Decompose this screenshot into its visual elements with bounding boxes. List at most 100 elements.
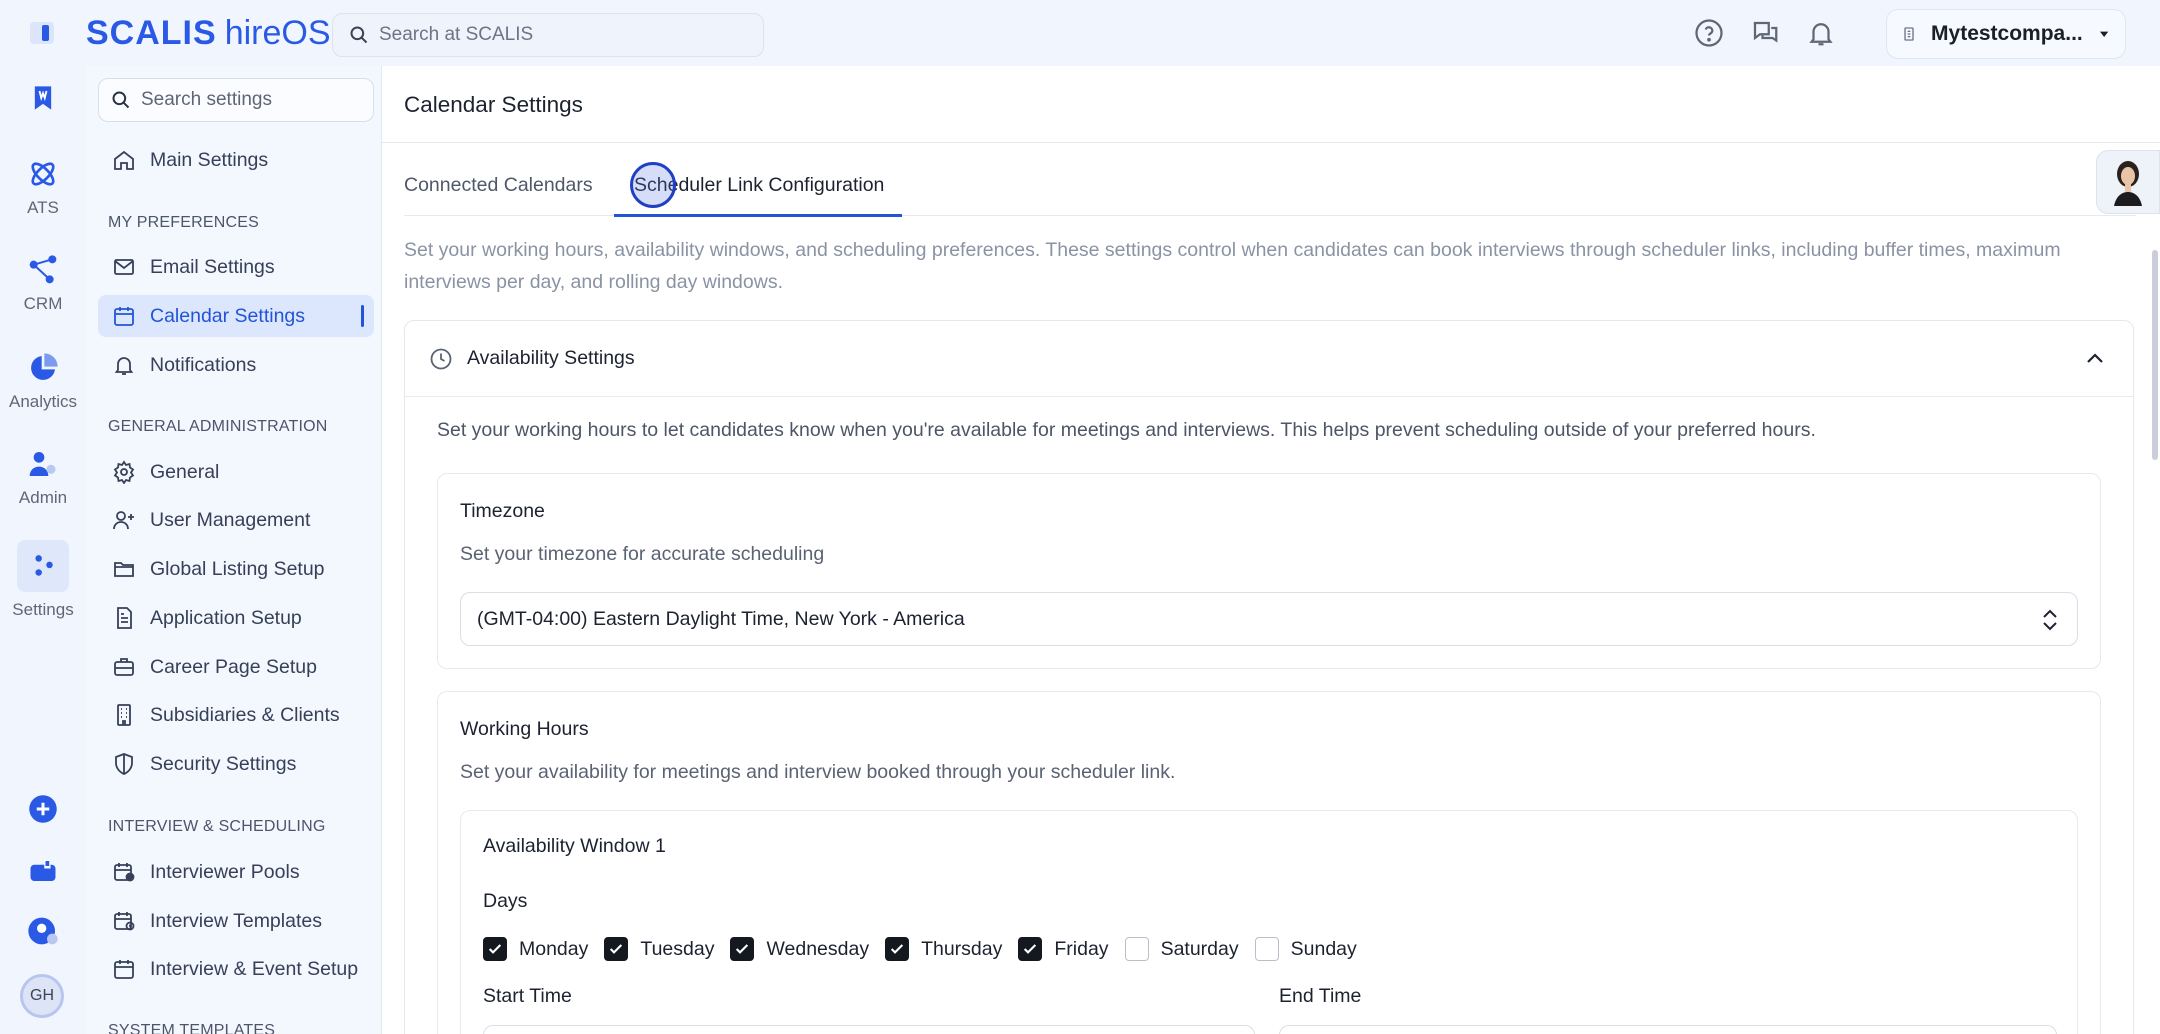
user-settings-icon[interactable]: [26, 914, 60, 948]
days-label: Days: [483, 890, 528, 912]
chevron-up-icon[interactable]: [2083, 347, 2107, 371]
day-friday[interactable]: Friday: [1018, 937, 1109, 961]
rail-item-analytics[interactable]: Analytics: [0, 352, 86, 412]
availability-settings-description: Set your working hours to let candidates…: [437, 419, 1816, 441]
sidebar-item-main-settings[interactable]: Main Settings: [98, 139, 374, 181]
sidebar-item-label: Calendar Settings: [150, 304, 306, 327]
bookmark-icon: [34, 86, 52, 110]
atom-icon: [31, 162, 55, 186]
company-switcher[interactable]: Mytestcompa...: [1886, 9, 2126, 59]
rail-item-crm[interactable]: CRM: [0, 254, 86, 314]
checkbox-checked-icon[interactable]: [483, 937, 507, 961]
start-time-label: Start Time: [483, 985, 572, 1007]
sidebar-item-subsidiaries-clients[interactable]: Subsidiaries & Clients: [98, 694, 374, 736]
sidebar-item-notifications[interactable]: Notifications: [98, 344, 374, 386]
calendar-clock-icon: [114, 912, 135, 931]
checkbox-checked-icon[interactable]: [730, 937, 755, 961]
rail-item-home[interactable]: [0, 82, 86, 114]
day-label: Saturday: [1160, 937, 1239, 960]
sidebar-item-security-settings[interactable]: Security Settings: [98, 743, 374, 785]
section-my-preferences: MY PREFERENCES: [108, 214, 259, 231]
rail-label-ats: ATS: [27, 198, 59, 217]
sidebar-item-global-listing-setup[interactable]: Global Listing Setup: [98, 548, 374, 590]
sidebar-item-interviewer-pools[interactable]: Interviewer Pools: [98, 851, 374, 893]
main-panel: Calendar Settings Connected Calendars Sc…: [382, 66, 2160, 1034]
checkbox-checked-icon[interactable]: [1018, 937, 1043, 961]
sidebar-item-general[interactable]: General: [98, 451, 374, 493]
rail-label-crm: CRM: [23, 294, 63, 313]
briefcase-icon: [114, 658, 134, 676]
chat-icon[interactable]: [1750, 18, 1780, 48]
day-label: Tuesday: [640, 937, 715, 960]
availability-settings-header[interactable]: Availability Settings: [405, 321, 2133, 397]
sidebar-item-application-setup[interactable]: Application Setup: [98, 597, 374, 639]
checkbox-unchecked-icon[interactable]: [1254, 937, 1279, 961]
pie-chart-icon: [31, 353, 58, 380]
checkbox-checked-icon[interactable]: [604, 937, 629, 961]
rail-label-admin: Admin: [18, 488, 68, 507]
day-saturday[interactable]: Saturday: [1124, 937, 1239, 961]
settings-sidebar: Search settings Main Settings MY PREFERE…: [86, 66, 382, 1034]
end-time-label: End Time: [1279, 985, 1362, 1007]
rail-item-settings[interactable]: Settings: [0, 540, 86, 620]
day-label: Friday: [1054, 937, 1109, 960]
sidebar-item-interview-templates[interactable]: Interview Templates: [98, 900, 374, 942]
page-description: Set your working hours, availability win…: [404, 239, 2061, 293]
sidebar-item-label: Interviewer Pools: [150, 860, 300, 883]
sidebar-item-calendar-settings[interactable]: Calendar Settings: [98, 295, 374, 337]
divider: [382, 142, 2160, 143]
settings-nodes-icon: [35, 555, 53, 576]
sidebar-item-label: Global Listing Setup: [150, 557, 325, 580]
sidebar-item-label: Subsidiaries & Clients: [150, 703, 340, 726]
section-interview-scheduling: INTERVIEW & SCHEDULING: [108, 818, 326, 835]
mailbox-icon[interactable]: [26, 854, 60, 888]
sidebar-item-user-management[interactable]: User Management: [98, 499, 374, 541]
company-name: Mytestcompa...: [1931, 22, 2083, 45]
calendar-icon: [114, 960, 134, 979]
folder-icon: [114, 562, 134, 577]
mail-icon: [114, 259, 134, 275]
section-system-templates: SYSTEM TEMPLATES: [108, 1022, 276, 1034]
day-wednesday[interactable]: Wednesday: [730, 937, 869, 961]
sidebar-item-email-settings[interactable]: Email Settings: [98, 246, 374, 288]
timezone-title: Timezone: [460, 500, 545, 522]
bell-icon[interactable]: [1806, 18, 1836, 48]
day-label: Sunday: [1290, 937, 1357, 960]
start-time-input[interactable]: [483, 1025, 1255, 1034]
checkbox-unchecked-icon[interactable]: [1124, 937, 1149, 961]
end-time-input[interactable]: [1279, 1025, 2057, 1034]
working-hours-section: Working Hours Set your availability for …: [437, 691, 2101, 1034]
help-icon[interactable]: [1694, 18, 1724, 48]
day-thursday[interactable]: Thursday: [885, 937, 1002, 961]
sidebar-item-label: Main Settings: [150, 148, 269, 171]
day-monday[interactable]: Monday: [483, 937, 588, 961]
day-label: Monday: [519, 937, 589, 960]
add-icon[interactable]: [26, 792, 60, 826]
checkbox-checked-icon[interactable]: [885, 937, 910, 961]
brand-product: hireOS: [224, 14, 331, 52]
sidebar-item-label: Interview Templates: [150, 909, 322, 932]
settings-search-input[interactable]: Search settings: [98, 78, 374, 122]
sidebar-toggle-icon[interactable]: [30, 22, 54, 44]
sidebar-item-career-page-setup[interactable]: Career Page Setup: [98, 646, 374, 688]
timezone-select[interactable]: (GMT-04:00) Eastern Daylight Time, New Y…: [460, 592, 2078, 646]
rail-item-ats[interactable]: ATS: [0, 158, 86, 218]
building-icon: [1904, 27, 1914, 41]
sidebar-item-interview-event-setup[interactable]: Interview & Event Setup: [98, 948, 374, 990]
assistant-avatar-icon: [2114, 161, 2142, 206]
brand-logo[interactable]: SCALIS hireOS: [86, 14, 331, 53]
global-search-input[interactable]: Search at SCALIS: [332, 13, 764, 57]
page-title: Calendar Settings: [404, 92, 583, 117]
day-tuesday[interactable]: Tuesday: [604, 937, 714, 961]
sidebar-item-label: Security Settings: [150, 752, 297, 775]
avatar[interactable]: GH: [20, 974, 64, 1018]
day-sunday[interactable]: Sunday: [1254, 937, 1357, 961]
scrollbar[interactable]: [2152, 250, 2158, 460]
admin-user-icon: [29, 452, 56, 476]
caret-down-icon: [2099, 31, 2109, 37]
availability-window: Availability Window 1 Days Monday Tuesda…: [460, 810, 2078, 1034]
assistant-avatar[interactable]: [2096, 150, 2160, 214]
tab-connected-calendars[interactable]: Connected Calendars: [404, 170, 593, 216]
building-icon: [117, 704, 131, 726]
rail-item-admin[interactable]: Admin: [0, 448, 86, 508]
